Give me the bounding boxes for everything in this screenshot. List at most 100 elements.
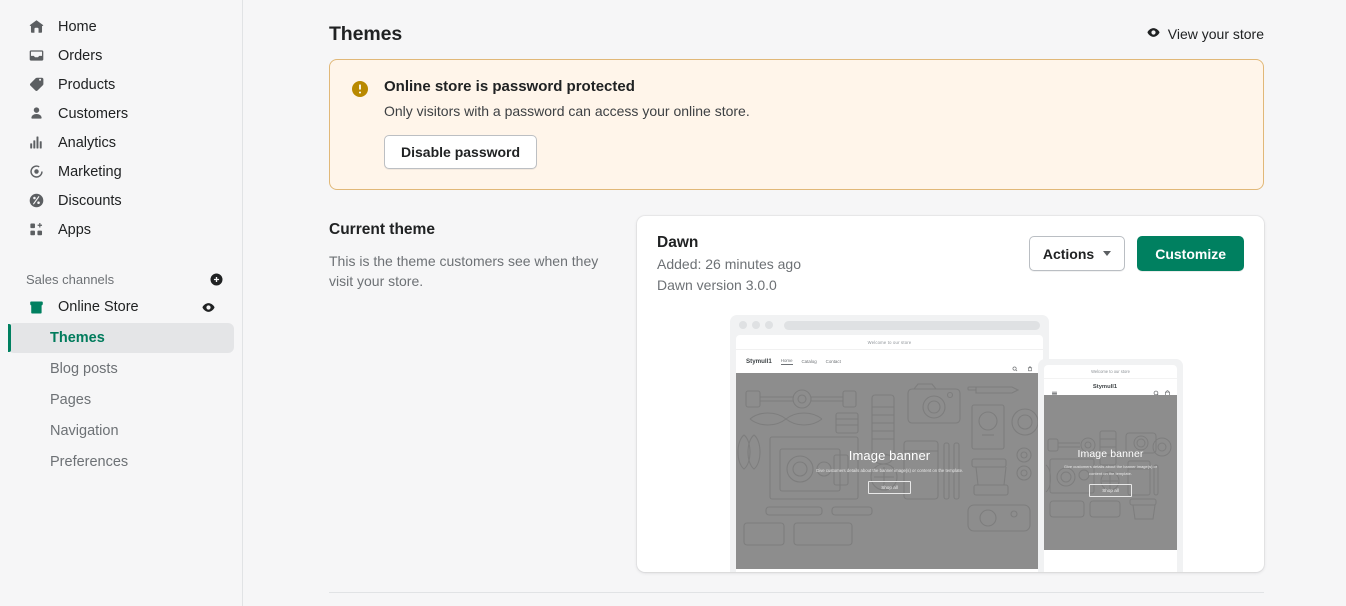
hero-title: Image banner bbox=[848, 448, 931, 463]
sidebar-item-label: Themes bbox=[50, 330, 105, 346]
window-dot-maximize-icon bbox=[765, 321, 773, 329]
browser-chrome bbox=[730, 315, 1049, 335]
analytics-bars-icon bbox=[26, 133, 46, 153]
customers-person-icon bbox=[26, 104, 46, 124]
sidebar-item-home[interactable]: Home bbox=[8, 12, 234, 41]
storefront-nav: Stymull1 Home Catalog Contact bbox=[736, 350, 1043, 373]
orders-icon bbox=[26, 46, 46, 66]
disable-password-button[interactable]: Disable password bbox=[384, 135, 538, 169]
announcement-bar: Welcome to our store bbox=[1091, 369, 1130, 374]
sidebar-item-label: Home bbox=[58, 18, 97, 35]
marketing-target-icon bbox=[26, 162, 46, 182]
sidebar-item-label: Products bbox=[58, 76, 116, 93]
mobile-preview[interactable]: Welcome to our store Stymull1 Image bann… bbox=[1038, 359, 1183, 572]
password-protected-banner: Online store is password protected Only … bbox=[329, 59, 1264, 190]
sidebar-item-orders[interactable]: Orders bbox=[8, 41, 234, 70]
storefront-mobile: Welcome to our store Stymull1 Image bann… bbox=[1044, 365, 1177, 572]
view-your-store-link[interactable]: View your store bbox=[1146, 25, 1264, 43]
eye-icon[interactable] bbox=[198, 297, 218, 317]
sidebar-item-products[interactable]: Products bbox=[8, 70, 234, 99]
sidebar-item-label: Discounts bbox=[58, 192, 122, 209]
storefront-nav-link-catalog: Catalog bbox=[801, 359, 817, 364]
sidebar-item-blog-posts[interactable]: Blog posts bbox=[8, 354, 234, 384]
sidebar-item-label: Orders bbox=[58, 47, 103, 64]
theme-card-header: Dawn Added: 26 minutes ago Dawn version … bbox=[657, 233, 1244, 295]
sidebar-item-preferences[interactable]: Preferences bbox=[8, 447, 234, 477]
hero-image-banner: Image banner Give customers details abou… bbox=[736, 373, 1043, 569]
plus-circle-icon[interactable] bbox=[206, 269, 226, 289]
hero-subtitle: Give customers details about the banner … bbox=[1063, 464, 1158, 476]
sidebar-item-label: Navigation bbox=[50, 423, 119, 439]
sidebar-item-label: Customers bbox=[58, 105, 129, 122]
chevron-down-icon bbox=[1103, 251, 1112, 256]
current-theme-section: Current theme This is the theme customer… bbox=[329, 216, 1264, 572]
actions-button[interactable]: Actions bbox=[1028, 236, 1126, 271]
view-your-store-label: View your store bbox=[1167, 26, 1264, 42]
storefront-desktop: Welcome to our store Stymull1 Home Catal… bbox=[736, 335, 1043, 572]
sidebar-item-discounts[interactable]: Discounts bbox=[8, 186, 234, 215]
sales-channels-label: Sales channels bbox=[26, 271, 115, 287]
theme-version: Dawn version 3.0.0 bbox=[657, 277, 777, 293]
section-divider bbox=[329, 592, 1264, 593]
sidebar-item-label: Analytics bbox=[58, 134, 117, 151]
window-dot-minimize-icon bbox=[752, 321, 760, 329]
hero-shop-all-button: Shop all bbox=[1089, 484, 1132, 497]
sidebar-item-label: Pages bbox=[50, 392, 92, 408]
announcement-bar: Welcome to our store bbox=[736, 335, 1043, 350]
sidebar-item-label: Marketing bbox=[58, 163, 122, 180]
store-brand-name: Stymull1 bbox=[746, 358, 772, 365]
theme-added-date: Added: 26 minutes ago bbox=[657, 256, 801, 272]
sidebar-item-online-store[interactable]: Online Store bbox=[8, 292, 234, 322]
shopify-admin-app: Home Orders Products Customers Analytics bbox=[0, 0, 1346, 606]
search-icon bbox=[1153, 384, 1160, 397]
home-icon bbox=[26, 17, 46, 37]
active-indicator bbox=[8, 324, 11, 352]
apps-grid-icon bbox=[26, 220, 46, 240]
sidebar: Home Orders Products Customers Analytics bbox=[0, 0, 243, 606]
main-content: Themes View your store Online store is p… bbox=[243, 0, 1346, 606]
sidebar-item-label: Online Store bbox=[58, 299, 139, 315]
cart-icon bbox=[1027, 359, 1033, 371]
sales-channels-header: Sales channels bbox=[0, 266, 242, 292]
current-theme-info: Current theme This is the theme customer… bbox=[329, 216, 637, 291]
theme-preview: Welcome to our store Stymull1 Home Catal… bbox=[657, 315, 1244, 572]
hero-image-banner: Image banner Give customers details abou… bbox=[1044, 395, 1177, 550]
sidebar-item-navigation[interactable]: Navigation bbox=[8, 416, 234, 446]
sidebar-item-apps[interactable]: Apps bbox=[8, 215, 234, 244]
page-header: Themes View your store bbox=[329, 0, 1264, 48]
current-theme-description: This is the theme customers see when the… bbox=[329, 253, 599, 289]
hero-subtitle: Give customers details about the banner … bbox=[815, 468, 964, 473]
sidebar-item-themes[interactable]: Themes bbox=[8, 323, 234, 353]
sidebar-item-label: Apps bbox=[58, 221, 92, 238]
products-tag-icon bbox=[26, 75, 46, 95]
desktop-preview[interactable]: Welcome to our store Stymull1 Home Catal… bbox=[730, 315, 1049, 572]
current-theme-heading: Current theme bbox=[329, 221, 435, 238]
page-title: Themes bbox=[329, 22, 403, 45]
cart-icon bbox=[1164, 384, 1170, 396]
sidebar-item-analytics[interactable]: Analytics bbox=[8, 128, 234, 157]
actions-button-label: Actions bbox=[1042, 245, 1095, 262]
sidebar-item-label: Preferences bbox=[50, 454, 129, 470]
theme-name: Dawn bbox=[657, 234, 699, 251]
discounts-percent-icon bbox=[26, 191, 46, 211]
banner-title: Online store is password protected bbox=[384, 78, 635, 95]
sidebar-item-pages[interactable]: Pages bbox=[8, 385, 234, 415]
sidebar-item-customers[interactable]: Customers bbox=[8, 99, 234, 128]
storefront-icon bbox=[26, 297, 46, 317]
theme-card-actions: Actions Customize bbox=[1028, 233, 1244, 271]
sidebar-item-marketing[interactable]: Marketing bbox=[8, 157, 234, 186]
hero-title: Image banner bbox=[1077, 448, 1144, 460]
search-icon bbox=[1012, 359, 1018, 371]
banner-body: Only visitors with a password can access… bbox=[384, 103, 750, 119]
hero-shop-all-button: Shop all bbox=[868, 481, 911, 494]
storefront-nav-link-home: Home bbox=[780, 358, 793, 365]
sidebar-item-label: Blog posts bbox=[50, 361, 118, 377]
store-brand-name: Stymull1 bbox=[1092, 384, 1118, 390]
address-bar bbox=[784, 320, 1040, 330]
customize-button[interactable]: Customize bbox=[1137, 236, 1244, 271]
storefront-nav-link-contact: Contact bbox=[825, 359, 841, 364]
theme-meta: Dawn Added: 26 minutes ago Dawn version … bbox=[657, 233, 1029, 295]
eye-icon bbox=[1146, 25, 1161, 43]
theme-card: Dawn Added: 26 minutes ago Dawn version … bbox=[637, 216, 1264, 572]
alert-circle-icon bbox=[350, 79, 370, 99]
